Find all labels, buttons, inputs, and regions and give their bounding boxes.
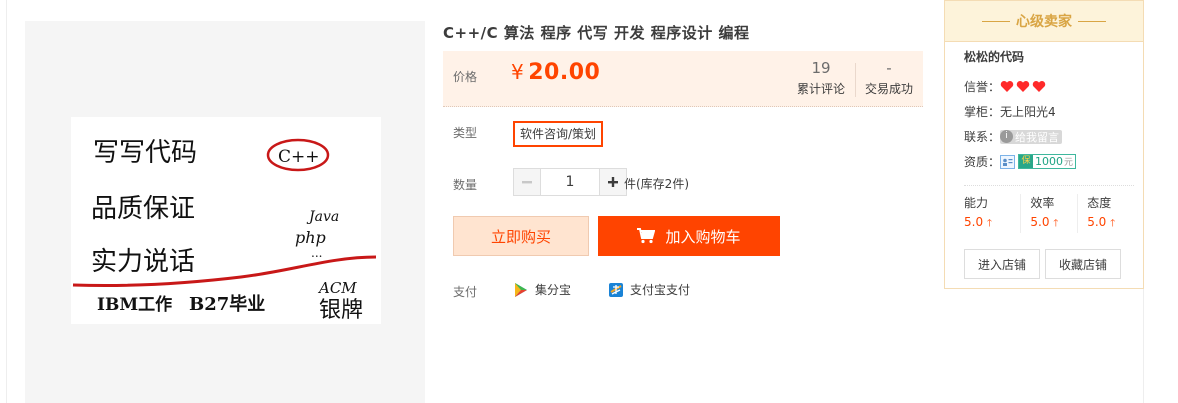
image-line-4c: ACM <box>317 279 357 297</box>
payment-label: 支付 <box>453 285 478 299</box>
type-label: 类型 <box>453 126 478 140</box>
favorite-shop-button[interactable]: 收藏店铺 <box>1045 249 1121 279</box>
shop-actions: 进入店铺 收藏店铺 <box>964 249 1134 279</box>
image-line-1: 写写代码 <box>93 138 197 168</box>
add-to-cart-button[interactable]: 加入购物车 <box>598 216 780 256</box>
currency-symbol: ¥ <box>511 60 525 84</box>
deposit-icon: 保 <box>1019 155 1034 168</box>
id-card-icon[interactable] <box>1000 154 1016 169</box>
enter-shop-button[interactable]: 进入店铺 <box>964 249 1040 279</box>
heart-icon <box>1016 81 1030 92</box>
product-title: C++/C 算法 程序 代写 开发 程序设计 编程 <box>443 24 750 42</box>
price-amount: 20.00 <box>528 60 601 85</box>
increase-button[interactable] <box>599 168 627 196</box>
heart-icon <box>1032 81 1046 92</box>
divider <box>982 20 1010 22</box>
image-line-4b: B27毕业 <box>189 294 265 315</box>
type-option-selected[interactable]: 软件咨询/策划 <box>513 121 604 147</box>
plus-icon <box>608 177 618 187</box>
qualification-label: 资质： <box>964 155 1001 169</box>
seller-level: 心级卖家 <box>1016 14 1072 30</box>
jifenbao-icon <box>515 282 527 297</box>
pay-method-alipay: 支付宝支付 <box>608 281 690 298</box>
image-side-3: ... <box>311 246 322 260</box>
product-image[interactable]: 写写代码 C++ 品质保证 Java php ... 实力说话 IBM工作 B2… <box>71 117 381 324</box>
score-label: 能力 <box>964 196 989 210</box>
seller-scores: 能力 5.0 🡑 效率 5.0 🡑 态度 5.0 🡑 <box>964 194 1134 233</box>
product-gallery: 写写代码 C++ 品质保证 Java php ... 实力说话 IBM工作 B2… <box>25 21 425 403</box>
image-line-3: 实力说话 <box>91 247 195 277</box>
seller-card: 心级卖家 松松的代码 信誉： 掌柜： 无上阳光4 联系： i 给我留言 资质： … <box>944 0 1144 289</box>
owner-name[interactable]: 无上阳光4 <box>1000 103 1056 120</box>
owner-row: 掌柜： 无上阳光4 <box>964 99 1134 124</box>
quantity-input[interactable]: 1 <box>541 168 599 196</box>
image-line-4a: IBM工作 <box>97 294 172 315</box>
divider <box>964 185 1134 186</box>
contact-label: 联系： <box>964 130 1001 144</box>
pay-method-jifenbao: 集分宝 <box>513 281 571 298</box>
qualification-row: 资质： 保 1000 元 <box>964 149 1134 174</box>
cart-icon <box>637 228 656 244</box>
up-arrow-icon: 🡑 <box>1053 218 1059 229</box>
alipay-icon <box>609 282 623 297</box>
sold-count: - <box>886 59 892 77</box>
price-panel: 价格 ¥20.00 19 累计评论 - 交易成功 <box>443 51 923 107</box>
sold-label: 交易成功 <box>864 82 913 96</box>
credit-label: 信誉： <box>964 80 1001 94</box>
image-line-4d: 银牌 <box>319 298 363 323</box>
image-side-2: php <box>295 228 326 247</box>
leave-message-label: 给我留言 <box>1015 130 1060 144</box>
pay-method-label: 支付宝支付 <box>630 283 691 297</box>
decrease-button[interactable] <box>513 168 541 196</box>
owner-label: 掌柜： <box>964 105 1001 119</box>
sold-stat: - 交易成功 <box>859 59 919 97</box>
minus-icon <box>522 181 532 184</box>
stat-divider <box>855 63 856 97</box>
score-ability: 能力 5.0 🡑 <box>964 194 1020 233</box>
score-attitude: 态度 5.0 🡑 <box>1077 194 1134 233</box>
contact-row: 联系： i 给我留言 <box>964 124 1134 149</box>
deposit-unit: 元 <box>1064 158 1074 168</box>
add-to-cart-label: 加入购物车 <box>665 227 741 246</box>
seller-info: 松松的代码 信誉： 掌柜： 无上阳光4 联系： i 给我留言 资质： 保 100… <box>964 48 1134 279</box>
deposit-value: 1000 <box>1035 155 1064 168</box>
reviews-stat[interactable]: 19 累计评论 <box>789 59 853 97</box>
leave-message-button[interactable]: i 给我留言 <box>1000 129 1063 144</box>
image-line-2: 品质保证 <box>91 194 195 224</box>
score-efficiency: 效率 5.0 🡑 <box>1020 194 1077 233</box>
up-arrow-icon: 🡑 <box>986 218 993 229</box>
score-label: 态度 <box>1087 196 1112 210</box>
reviews-label: 累计评论 <box>796 82 845 96</box>
up-arrow-icon: 🡑 <box>1110 218 1116 229</box>
heart-icon <box>1000 81 1014 92</box>
divider <box>1078 20 1106 22</box>
image-side-1: Java <box>306 209 339 225</box>
message-icon: i <box>1000 130 1014 143</box>
handwritten-ad-image: 写写代码 C++ 品质保证 Java php ... 实力说话 IBM工作 B2… <box>72 138 377 323</box>
product-detail-page: 写写代码 C++ 品质保证 Java php ... 实力说话 IBM工作 B2… <box>0 0 1178 403</box>
quantity-label: 数量 <box>453 178 478 192</box>
quantity-stepper: 1 <box>513 168 627 196</box>
pay-method-label: 集分宝 <box>535 283 572 297</box>
stock-text: 件(库存2件) <box>624 177 689 191</box>
image-circled-text: C++ <box>278 147 320 167</box>
reviews-count: 19 <box>811 59 831 77</box>
seller-name[interactable]: 松松的代码 <box>964 48 1134 65</box>
deposit-badge[interactable]: 保 1000 元 <box>1018 154 1077 169</box>
id-card-glyph <box>1003 158 1013 166</box>
score-value: 5.0 <box>1087 215 1107 229</box>
seller-card-header: 心级卖家 <box>945 1 1143 42</box>
price-value: ¥20.00 <box>511 60 600 85</box>
score-value: 5.0 <box>1030 215 1050 229</box>
credit-row: 信誉： <box>964 74 1134 99</box>
buy-now-button[interactable]: 立即购买 <box>453 216 589 256</box>
score-value: 5.0 <box>964 215 984 229</box>
price-label: 价格 <box>453 70 478 84</box>
score-label: 效率 <box>1030 196 1055 210</box>
